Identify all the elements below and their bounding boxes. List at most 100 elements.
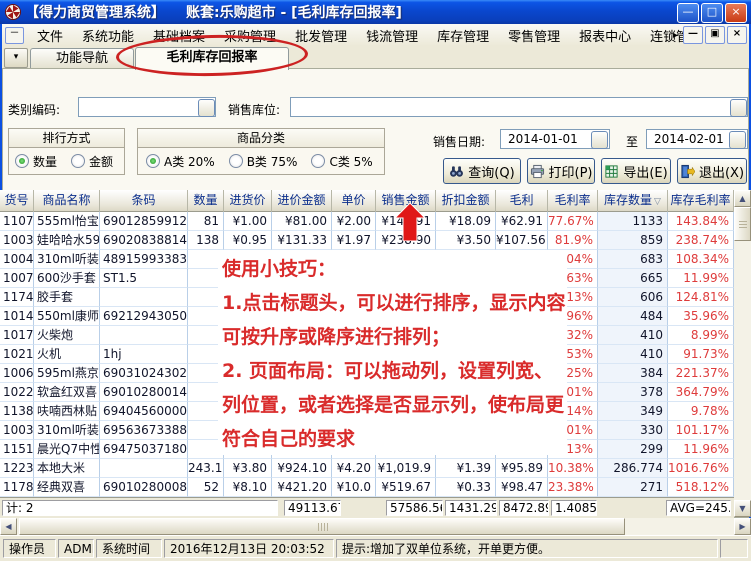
maximize-button[interactable]: □	[701, 3, 723, 23]
summary-sales-amount: 57586.56	[386, 500, 443, 516]
table-cell: 600沙手套	[34, 269, 100, 288]
table-cell: 10040	[0, 250, 34, 269]
radio-class-c[interactable]: C类 5%	[311, 153, 373, 170]
table-row[interactable]: 10032娃哈哈水596ml6902083881405138¥0.95¥131.…	[0, 231, 734, 250]
table-cell: 859	[598, 231, 668, 250]
table-cell: 91.73%	[668, 345, 734, 364]
table-cell: ¥519.67	[376, 478, 436, 497]
column-header-0[interactable]: 货号	[0, 190, 34, 212]
table-cell: 10070	[0, 269, 34, 288]
status-tip: 提示:增加了双单位系统，开单更方便。	[336, 539, 718, 558]
table-cell: 12230	[0, 459, 34, 478]
table-cell: 软盒红双喜 (广州	[34, 383, 100, 402]
date-from-picker-button[interactable]	[591, 131, 608, 149]
radio-dot-icon	[15, 153, 29, 168]
mdi-minimize-button[interactable]: —	[683, 26, 703, 44]
table-cell: 518.12%	[668, 478, 734, 497]
menu-item-system[interactable]: 系统功能	[75, 26, 141, 45]
table-cell: ¥4.20	[332, 459, 376, 478]
printer-icon	[530, 164, 544, 178]
date-to-picker-button[interactable]	[729, 131, 746, 149]
table-cell: 本地大米	[34, 459, 100, 478]
table-cell: 271	[598, 478, 668, 497]
menu-item-retail[interactable]: 零售管理	[501, 26, 567, 45]
table-cell: 550ml康师傅水	[34, 307, 100, 326]
scroll-right-icon[interactable]: ▶	[734, 518, 751, 535]
table-cell	[100, 326, 188, 345]
scroll-left-icon[interactable]: ◀	[0, 518, 17, 535]
sales-location-label: 销售库位:	[228, 103, 281, 117]
menu-item-reports[interactable]: 报表中心	[572, 26, 638, 45]
product-class-groupbox: 商品分类 A类 20% B类 75% C类 5%	[137, 128, 385, 175]
table-cell: 11786	[0, 478, 34, 497]
menu-item-inventory[interactable]: 库存管理	[430, 26, 496, 45]
menu-item-file[interactable]: 文件	[30, 26, 70, 45]
column-header-8[interactable]: 折扣金额	[436, 190, 496, 212]
menu-overflow-icon[interactable]: ▸	[673, 30, 678, 41]
table-cell: ¥1.00	[224, 212, 272, 231]
radio-quantity[interactable]: 数量	[15, 153, 57, 170]
table-cell: 108.34%	[668, 250, 734, 269]
window-title: 【得力商贸管理系统】 账套:乐购超市 - [毛利库存回报率]	[25, 5, 402, 21]
tip-line: 1.点击标题头，可以进行排序，显示内容	[222, 292, 566, 314]
export-button[interactable]: 导出(E)	[601, 158, 671, 184]
print-button-label: 打印(P)	[548, 165, 593, 181]
sort-desc-icon: ▽	[654, 197, 661, 207]
query-button[interactable]: 查询(Q)	[443, 158, 521, 184]
category-code-input[interactable]	[78, 97, 216, 117]
exit-button[interactable]: 退出(X)	[677, 158, 747, 184]
column-header-9[interactable]: 毛利	[496, 190, 548, 212]
table-cell: 娃哈哈水596ml	[34, 231, 100, 250]
menu-item-cashflow[interactable]: 钱流管理	[359, 26, 425, 45]
column-header-5[interactable]: 进价金额	[272, 190, 332, 212]
radio-class-a[interactable]: A类 20%	[146, 153, 215, 170]
menu-item-wholesale[interactable]: 批发管理	[288, 26, 354, 45]
column-header-2[interactable]: 条码	[100, 190, 188, 212]
column-header-1[interactable]: 商品名称	[34, 190, 100, 212]
scroll-up-icon[interactable]: ▲	[734, 190, 751, 207]
date-to-word: 至	[626, 135, 639, 149]
mdi-system-menu-button[interactable]: －	[5, 26, 24, 44]
table-row[interactable]: 11071555ml怡宝水690128599121981¥1.00¥81.00¥…	[0, 212, 734, 231]
mdi-restore-button[interactable]: ▣	[705, 26, 725, 44]
column-header-6[interactable]: 单价	[332, 190, 376, 212]
table-cell: 11384	[0, 402, 34, 421]
column-header-4[interactable]: 进货价	[224, 190, 272, 212]
vertical-scroll-thumb[interactable]	[734, 207, 751, 241]
close-button[interactable]: ×	[725, 3, 747, 23]
scroll-down-icon[interactable]: ▼	[734, 500, 751, 517]
table-cell: 8.99%	[668, 326, 734, 345]
horizontal-scrollbar[interactable]: ◀ ▶	[0, 518, 751, 535]
vertical-scrollbar[interactable]: ▲ ▼	[734, 190, 751, 517]
table-cell: 683	[598, 250, 668, 269]
column-header-3[interactable]: 数量	[188, 190, 224, 212]
table-cell: 555ml怡宝水	[34, 212, 100, 231]
table-cell: 286.774	[598, 459, 668, 478]
tab-dropdown-button[interactable]: ▾	[4, 48, 28, 68]
column-header-12[interactable]: 库存毛利率	[668, 190, 734, 212]
table-cell: ¥8.10	[224, 478, 272, 497]
sales-location-input[interactable]	[290, 97, 748, 117]
column-header-11[interactable]: 库存数量 ▽	[598, 190, 668, 212]
table-cell: ¥10.0	[332, 478, 376, 497]
sales-location-lookup-button[interactable]	[730, 99, 747, 117]
column-header-10[interactable]: 毛利率	[548, 190, 598, 212]
table-cell: 晨光Q7中性笔	[34, 440, 100, 459]
radio-quantity-label: 数量	[33, 154, 58, 169]
category-lookup-button[interactable]	[198, 99, 215, 117]
table-cell: 10179	[0, 326, 34, 345]
table-row[interactable]: 12230本地大米243.1¥3.80¥924.10¥4.20¥1,019.9¥…	[0, 459, 734, 478]
radio-amount[interactable]: 金额	[71, 153, 113, 170]
print-button[interactable]: 打印(P)	[527, 158, 595, 184]
application-window: 【得力商贸管理系统】 账套:乐购超市 - [毛利库存回报率] — □ × － 文…	[0, 0, 751, 561]
query-button-label: 查询(Q)	[468, 165, 515, 181]
table-cell: 81	[188, 212, 224, 231]
minimize-button[interactable]: —	[677, 3, 699, 23]
mdi-close-button[interactable]: ×	[727, 26, 747, 44]
horizontal-scroll-thumb[interactable]	[19, 518, 625, 535]
table-cell: 6901028001489	[100, 383, 188, 402]
table-row[interactable]: 11786经典双喜690102800082652¥8.10¥421.20¥10.…	[0, 478, 734, 497]
table-cell: 11.96%	[668, 440, 734, 459]
table-cell: ¥2.00	[332, 212, 376, 231]
radio-class-b[interactable]: B类 75%	[228, 153, 297, 170]
